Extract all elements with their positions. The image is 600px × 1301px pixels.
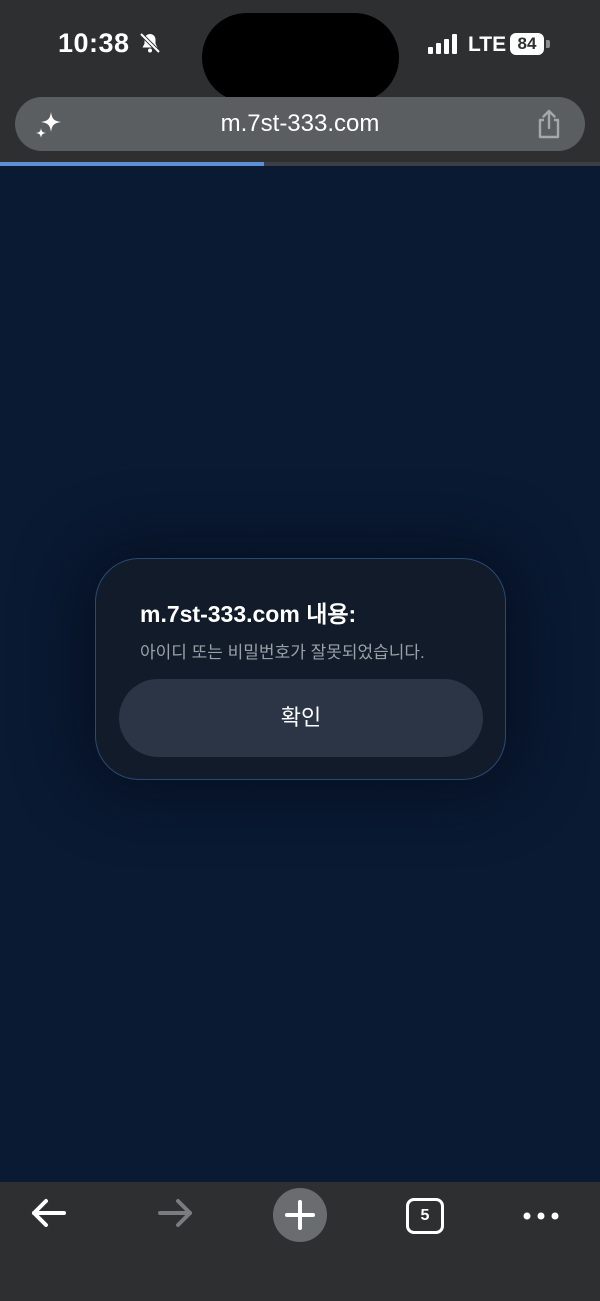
dialog-message: 아이디 또는 비밀번호가 잘못되었습니다. [140,643,425,662]
ellipsis-icon [523,1212,559,1220]
battery-nub [546,40,550,48]
status-bar: 10:38 LTE 84 [0,0,600,102]
dynamic-island [202,13,399,102]
network-type: LTE [468,33,507,56]
dialog-title: m.7st-333.com 내용: [140,601,357,627]
new-tab-button[interactable] [273,1188,327,1242]
browser-bottom-toolbar: 5 [0,1182,600,1301]
bell-slash-icon [139,32,161,54]
address-bar[interactable]: m.7st-333.com [15,97,585,151]
url-text: m.7st-333.com [220,110,380,137]
back-button[interactable] [28,1192,70,1234]
arrow-right-icon [158,1199,192,1227]
confirm-button[interactable]: 확인 [119,679,483,757]
alert-dialog: m.7st-333.com 내용: 아이디 또는 비밀번호가 잘못되었습니다. … [95,558,506,780]
cellular-signal-icon [428,34,457,54]
battery-level: 84 [510,33,544,55]
share-icon[interactable] [535,109,563,139]
status-time: 10:38 [58,28,130,58]
plus-icon [285,1200,315,1230]
forward-button[interactable] [154,1192,196,1234]
more-button[interactable] [520,1192,562,1234]
sparkle-icon[interactable] [33,109,65,141]
arrow-left-icon [32,1199,66,1227]
tab-switcher-button[interactable]: 5 [406,1198,444,1234]
browser-top-chrome: 10:38 LTE 84 m.7st-333.com [0,0,600,166]
